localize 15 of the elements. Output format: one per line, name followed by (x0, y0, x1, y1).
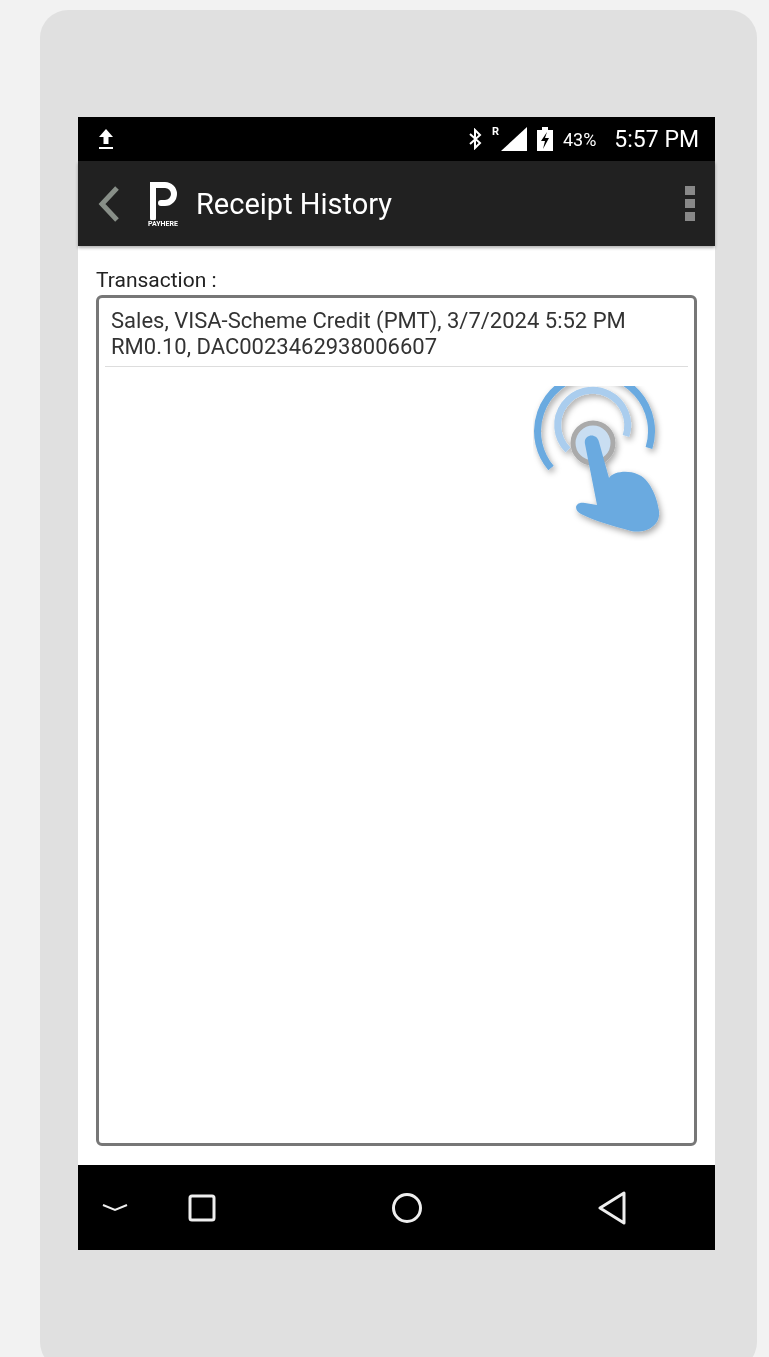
chevron-down-icon[interactable] (102, 1203, 128, 1212)
battery-icon (536, 127, 553, 151)
logo-icon (148, 179, 178, 220)
battery-percentage: 43% (562, 128, 597, 150)
home-icon[interactable] (390, 1191, 423, 1224)
more-options-icon[interactable] (685, 185, 695, 222)
roaming-indicator: R (491, 125, 499, 138)
signal-icon (500, 127, 527, 151)
transaction-label: Transaction : (96, 268, 218, 292)
recent-apps-icon[interactable] (188, 1193, 216, 1222)
transaction-item[interactable]: Sales, VISA-Scheme Credit (PMT), 3/7/2024 5:52 PM RM0.10, DAC0023462938006607 (105, 308, 688, 367)
upload-icon (98, 128, 114, 150)
clock-time: 5:57 PM (614, 125, 699, 153)
bluetooth-icon (467, 128, 482, 150)
screen-title: Receipt History (196, 186, 393, 221)
